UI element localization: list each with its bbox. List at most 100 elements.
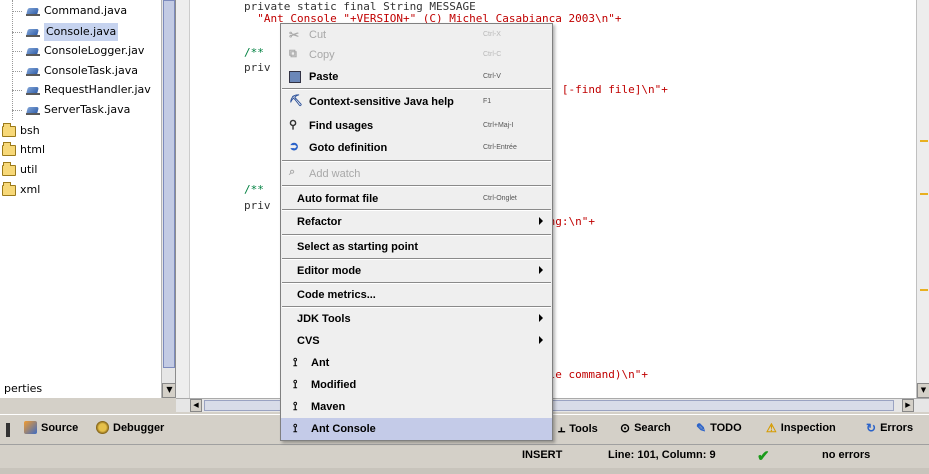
paste-icon	[289, 71, 301, 83]
warning-marker[interactable]	[920, 193, 928, 195]
menu-item-context-help[interactable]: ⛏ Context-sensitive Java help F1	[281, 91, 552, 113]
java-file-icon	[26, 45, 40, 57]
tree-item-console-java[interactable]: Console.java	[12, 23, 119, 41]
menu-item-editor-mode[interactable]: Editor mode	[281, 260, 552, 282]
ant-icon: ⟟	[293, 377, 298, 391]
tab-search[interactable]: ⊙ Search	[620, 421, 671, 435]
tree-folder-label: bsh	[20, 124, 40, 137]
tree-folder-bsh[interactable]: bsh	[0, 122, 40, 140]
ant-icon: ⟟	[293, 421, 298, 435]
scroll-down-icon[interactable]: ▼	[917, 383, 929, 398]
watch-icon: ⌕	[289, 166, 296, 178]
scroll-left-icon[interactable]: ◀	[190, 399, 202, 412]
folder-icon	[2, 161, 16, 176]
tab-label: Search	[634, 422, 671, 434]
tab-todo[interactable]: ✎ TODO	[696, 421, 742, 435]
scroll-right-icon[interactable]: ▶	[902, 399, 914, 412]
checkmark-icon: ✔	[757, 448, 770, 465]
tree-item-servertask-java[interactable]: ServerTask.java	[12, 101, 130, 119]
tab-tools[interactable]: ⫠ Tools	[558, 421, 598, 436]
source-icon	[24, 421, 37, 434]
ant-icon: ⟟	[293, 355, 298, 369]
tree-scroll-thumb[interactable]	[163, 0, 175, 368]
menu-item-jdk-tools[interactable]: JDK Tools	[281, 308, 552, 330]
menu-item-select-starting-point[interactable]: Select as starting point	[281, 236, 552, 258]
debugger-bug-icon	[96, 421, 109, 434]
warning-marker[interactable]	[920, 140, 928, 142]
tab-source[interactable]: Source	[24, 421, 78, 434]
menu-item-goto-definition[interactable]: ➲ Goto definition Ctrl-Entrée	[281, 137, 552, 159]
tab-errors[interactable]: ↻ Errors	[866, 421, 913, 435]
folder-icon	[2, 181, 16, 196]
menu-separator	[282, 88, 551, 90]
tab-label: Tools	[569, 422, 598, 435]
menu-item-modified[interactable]: ⟟ Modified	[281, 374, 552, 396]
menu-item-copy[interactable]: ⧉ Copy Ctrl-C	[281, 44, 552, 66]
tree-item-label: Command.java	[44, 4, 128, 17]
menu-item-shortcut: Ctrl-X	[483, 31, 501, 38]
tab-label: TODO	[710, 422, 742, 434]
tab-label: Errors	[880, 422, 914, 434]
menu-item-label: JDK Tools	[297, 313, 351, 325]
menu-item-shortcut: Ctrl-V	[483, 73, 501, 80]
java-file-icon	[26, 84, 40, 96]
menu-separator	[282, 160, 551, 162]
java-file-icon	[26, 5, 40, 17]
menu-item-maven[interactable]: ⟟ Maven	[281, 396, 552, 418]
menu-item-ant-console[interactable]: ⟟ Ant Console	[281, 418, 552, 440]
project-tree[interactable]: Command.java Console.java ConsoleLogger.…	[0, 0, 176, 398]
menu-item-find-usages[interactable]: ⚲ Find usages Ctrl+Maj-I	[281, 115, 552, 137]
warning-marker[interactable]	[920, 289, 928, 291]
splitter-handle[interactable]	[6, 423, 10, 437]
tree-vertical-scrollbar[interactable]: ▼	[161, 0, 175, 398]
menu-item-shortcut: Ctrl-Entrée	[483, 144, 517, 151]
menu-item-paste[interactable]: Paste Ctrl-V	[281, 66, 552, 88]
editor-gutter	[176, 0, 190, 398]
java-file-icon	[26, 26, 40, 38]
menu-item-label: Refactor	[297, 216, 342, 228]
tree-item-label: Console.java	[44, 23, 119, 41]
menu-item-label: Find usages	[309, 120, 374, 132]
menu-item-label: Add watch	[309, 168, 361, 180]
tab-debugger[interactable]: Debugger	[96, 421, 164, 434]
menu-item-code-metrics[interactable]: Code metrics...	[281, 284, 552, 306]
tree-folder-html[interactable]: html	[0, 141, 45, 159]
menu-item-shortcut: F1	[483, 98, 492, 105]
editor-vertical-scrollbar[interactable]: ▼	[916, 0, 929, 398]
tree-folder-util[interactable]: util	[0, 161, 37, 179]
submenu-arrow-icon	[539, 314, 543, 322]
tree-item-command-java[interactable]: Command.java	[12, 2, 128, 20]
menu-item-refactor[interactable]: Refactor	[281, 211, 552, 233]
tab-label: Debugger	[113, 421, 165, 434]
submenu-arrow-icon	[539, 336, 543, 344]
menu-item-add-watch[interactable]: ⌕ Add watch	[281, 163, 552, 185]
tab-inspection[interactable]: ⚠ Inspection	[766, 421, 836, 435]
menu-item-label: Editor mode	[297, 265, 362, 277]
properties-label: perties	[4, 380, 42, 398]
scroll-down-icon[interactable]: ▼	[162, 383, 175, 398]
menu-item-ant[interactable]: ⟟ Ant	[281, 352, 552, 374]
code-line: /**	[244, 183, 264, 196]
menu-item-cut[interactable]: ✂ Cut Ctrl-X	[281, 24, 552, 46]
code-line: /**	[244, 46, 264, 59]
tree-item-requesthandler-java[interactable]: RequestHandler.jav	[12, 81, 151, 99]
warning-triangle-icon: ⚠	[766, 421, 777, 435]
menu-item-label: Auto format file	[297, 193, 379, 205]
menu-item-shortcut: Ctrl-C	[483, 51, 502, 58]
java-file-icon	[26, 104, 40, 116]
tree-folder-xml[interactable]: xml	[0, 181, 40, 199]
menu-item-label: Goto definition	[309, 142, 388, 154]
menu-item-label: Code metrics...	[297, 289, 376, 301]
menu-item-label: Paste	[309, 71, 339, 83]
menu-item-cvs[interactable]: CVS	[281, 330, 552, 352]
status-bar: INSERT Line: 101, Column: 9 ✔ no errors	[0, 444, 929, 468]
tree-item-label: ConsoleTask.java	[44, 64, 138, 77]
binoculars-icon: ⊙	[620, 421, 631, 435]
tree-item-consolelogger-java[interactable]: ConsoleLogger.jav	[12, 42, 144, 60]
tree-item-consoletask-java[interactable]: ConsoleTask.java	[12, 62, 138, 80]
menu-item-auto-format[interactable]: Auto format file Ctrl-Onglet	[281, 188, 552, 210]
todo-icon: ✎	[696, 421, 707, 435]
menu-item-label: Cut	[309, 29, 327, 41]
submenu-arrow-icon	[539, 266, 543, 274]
properties-label-text: perties	[4, 382, 43, 395]
